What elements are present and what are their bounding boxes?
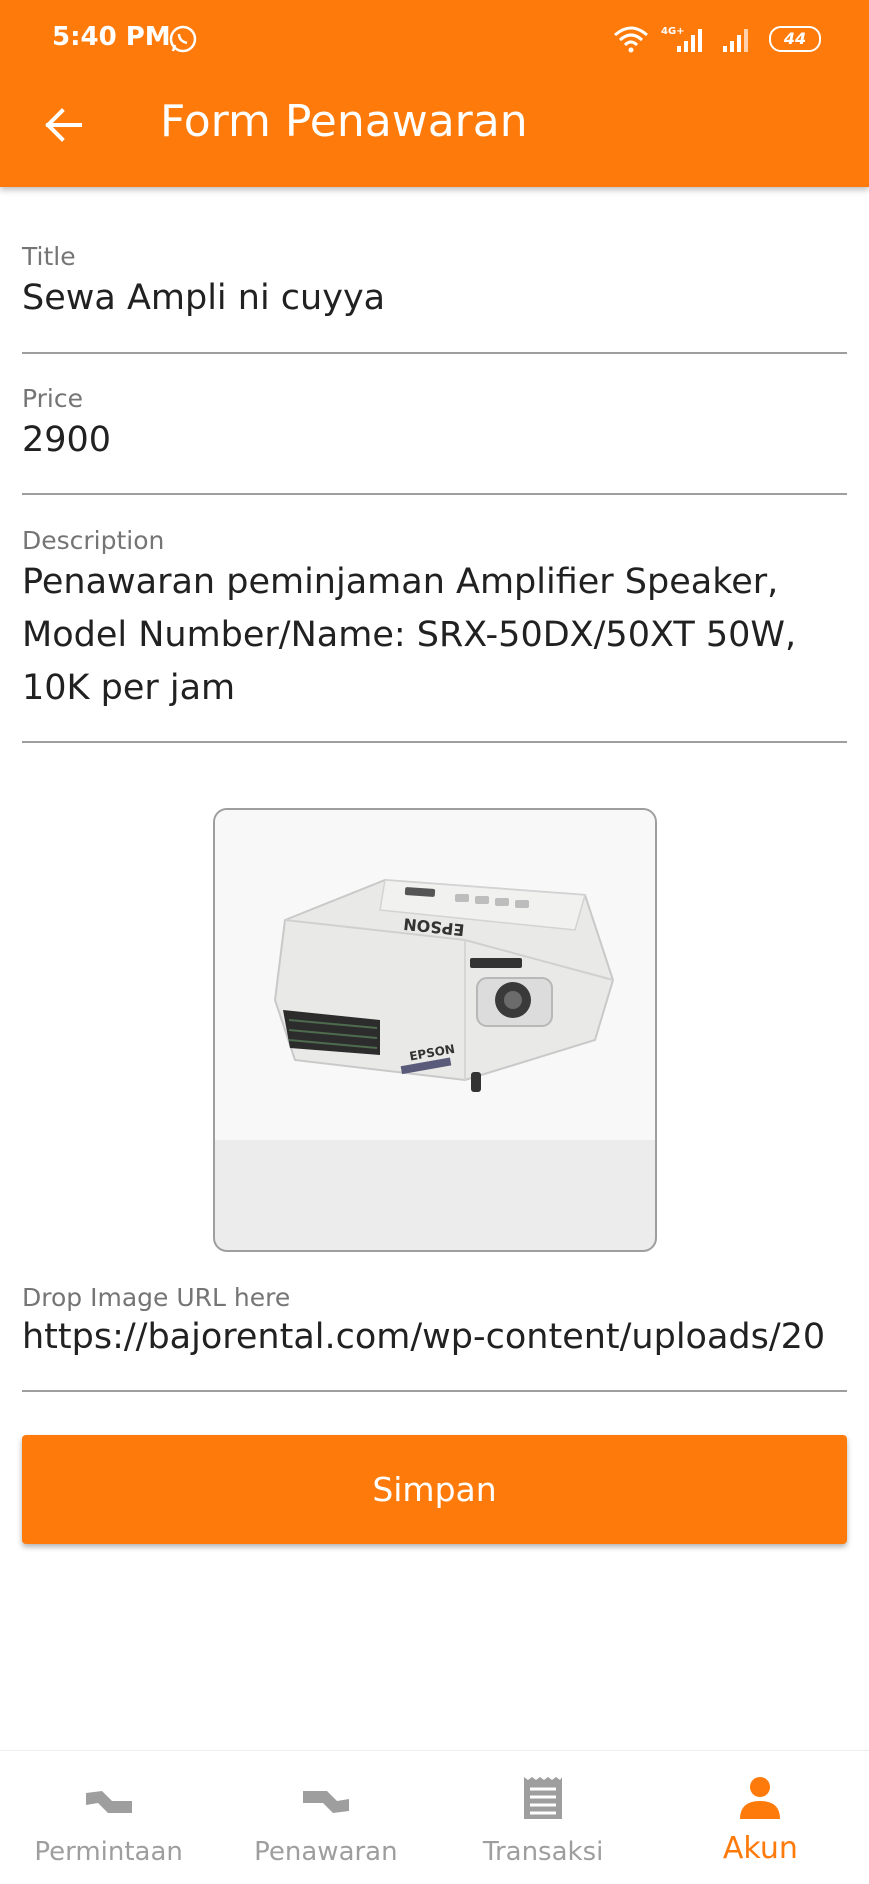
- image-url-input[interactable]: https://bajorental.com/wp-content/upload…: [22, 1317, 847, 1357]
- nav-item-penawaran[interactable]: Penawaran: [217, 1751, 434, 1884]
- battery-indicator: 44: [769, 26, 821, 52]
- price-field[interactable]: Price 2900: [22, 382, 847, 495]
- title-field[interactable]: Title Sewa Ampli ni cuyya: [22, 240, 847, 354]
- title-label: Title: [22, 242, 76, 271]
- page-title: Form Penawaran: [160, 96, 528, 147]
- app-bar: 5:40 PM 4G+ 44 Form Penawaran: [0, 0, 869, 187]
- image-url-label: Drop Image URL here: [22, 1283, 291, 1312]
- nav-item-permintaan[interactable]: Permintaan: [0, 1751, 217, 1884]
- nav-label-transaksi: Transaksi: [482, 1837, 604, 1867]
- status-time: 5:40 PM: [52, 22, 171, 52]
- nav-item-transaksi[interactable]: Transaksi: [435, 1751, 652, 1884]
- save-button[interactable]: Simpan: [22, 1435, 847, 1544]
- signal-icon: [723, 29, 748, 52]
- description-field[interactable]: Description Penawaran peminjaman Amplifi…: [22, 524, 847, 743]
- image-url-field[interactable]: Drop Image URL here https://bajorental.c…: [22, 1281, 847, 1392]
- wifi-icon: [614, 26, 648, 53]
- image-preview: EPSON EPSON: [213, 808, 657, 1252]
- projector-image: EPSON EPSON: [215, 810, 655, 1140]
- title-input[interactable]: Sewa Ampli ni cuyya: [22, 278, 847, 318]
- svg-text:4G+: 4G+: [661, 26, 685, 37]
- receipt-icon: [524, 1777, 563, 1819]
- signal-4g-icon: 4G+: [661, 26, 702, 52]
- description-label: Description: [22, 526, 165, 555]
- permintaan-icon: [85, 1791, 132, 1813]
- description-input[interactable]: Penawaran peminjaman Amplifier Speaker, …: [22, 556, 847, 715]
- nav-label-penawaran: Penawaran: [254, 1837, 398, 1867]
- nav-label-permintaan: Permintaan: [34, 1837, 183, 1867]
- price-input[interactable]: 2900: [22, 420, 847, 460]
- status-icons: 4G+ 44: [613, 22, 821, 56]
- whatsapp-icon: [169, 25, 197, 53]
- nav-label-akun: Akun: [722, 1831, 798, 1866]
- bottom-navigation: Permintaan Penawaran Transaksi Akun: [0, 1750, 869, 1884]
- back-arrow-icon[interactable]: [40, 102, 86, 148]
- nav-item-akun[interactable]: Akun: [652, 1751, 869, 1884]
- person-icon: [740, 1777, 781, 1819]
- price-label: Price: [22, 384, 83, 413]
- penawaran-icon: [302, 1791, 349, 1813]
